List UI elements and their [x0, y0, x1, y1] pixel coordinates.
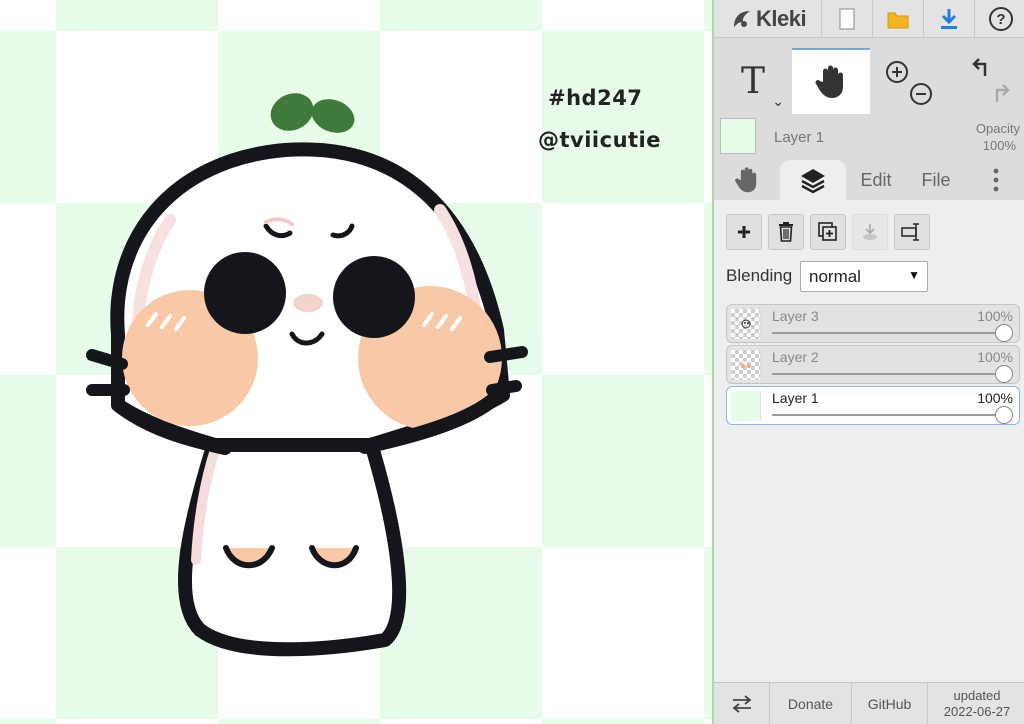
layer-thumbnail [731, 350, 761, 380]
merge-down-icon [863, 224, 877, 240]
hand-tool-button[interactable] [792, 48, 870, 114]
swap-side-button[interactable] [714, 683, 770, 724]
layer-opacity: 100% [977, 308, 1013, 324]
opacity-label: Opacity [975, 121, 1020, 136]
layers-icon [801, 169, 825, 194]
layer-name: Layer 2 [772, 349, 819, 365]
open-file-button[interactable] [873, 0, 924, 38]
hand-tool-icon [815, 65, 843, 98]
zoom-out-icon [910, 83, 932, 105]
layer-opacity: 100% [977, 349, 1013, 365]
left-eye [204, 252, 286, 334]
blending-value: normal [809, 267, 861, 286]
tab-edit[interactable]: Edit [846, 160, 906, 200]
donate-link[interactable]: Donate [770, 683, 852, 724]
download-icon [941, 9, 957, 29]
layer-opacity-slider[interactable] [772, 332, 1008, 334]
blending-label: Blending [726, 266, 793, 285]
help-button[interactable]: ? [975, 0, 1024, 38]
delete-layer-button[interactable] [768, 214, 804, 250]
layer-name: Layer 1 [772, 390, 819, 406]
duplicate-layer-icon [818, 222, 837, 241]
history-buttons [948, 48, 1024, 114]
hand-icon [735, 167, 757, 193]
merge-down-button[interactable] [852, 214, 888, 250]
top-bar: Kleki ? [714, 0, 1024, 38]
tool-row: T ⌄ [714, 48, 1024, 114]
new-document-button[interactable] [822, 0, 873, 38]
kleki-logo[interactable]: Kleki [714, 0, 822, 38]
download-button[interactable] [924, 0, 975, 38]
nose [293, 294, 323, 312]
layer-3-preview [741, 319, 751, 329]
opacity-value[interactable]: 100% [983, 138, 1016, 153]
drawing-canvas[interactable]: #hd247 @tviicutie [0, 0, 712, 724]
layer-row-2[interactable]: Layer 2 100% [726, 345, 1020, 384]
side-panel: Kleki ? T ⌄ Layer 1 Opacity 100% Edit Fi… [712, 0, 1024, 724]
right-eye [333, 256, 415, 338]
layer-opacity-slider[interactable] [772, 373, 1008, 375]
zoom-in-icon[interactable] [879, 56, 939, 106]
current-layer-name: Layer 1 [774, 129, 825, 146]
open-folder-icon [887, 12, 909, 29]
duplicate-layer-button[interactable] [810, 214, 846, 250]
layer-row-3[interactable]: Layer 3 100% [726, 304, 1020, 343]
layer-opacity: 100% [977, 390, 1013, 406]
update-info[interactable]: updated 2022-06-27 [928, 683, 1024, 724]
svg-text:?: ? [996, 11, 1005, 28]
app-window: #hd247 @tviicutie Kleki ? T ⌄ Layer 1 Op… [0, 0, 1024, 724]
updated-label: updated [953, 688, 1001, 703]
dropdown-arrow-icon: ▼ [908, 268, 920, 282]
layer-thumbnail [731, 391, 761, 421]
updated-date: 2022-06-27 [943, 704, 1011, 719]
tab-file[interactable]: File [906, 160, 966, 200]
layer-opacity-knob[interactable] [995, 324, 1013, 342]
layer-thumbnail [731, 309, 761, 339]
add-layer-button[interactable] [726, 214, 762, 250]
panel-tabs: Edit File [714, 160, 1024, 200]
layers-panel: Blending normal ▼ Layer 3 100% Layer 2 1… [714, 200, 1024, 682]
layer-name: Layer 3 [772, 308, 819, 324]
kleki-logo-icon [734, 11, 750, 27]
add-layer-icon [738, 226, 750, 238]
delete-layer-icon [779, 222, 793, 242]
chevron-down-icon[interactable]: ⌄ [772, 93, 784, 110]
zoom-buttons [870, 48, 948, 114]
layer-list: Layer 3 100% Layer 2 100% Layer 1 100% [726, 304, 1020, 427]
layer-row-1[interactable]: Layer 1 100% [726, 386, 1020, 425]
bottom-bar: Donate GitHub updated 2022-06-27 [714, 682, 1024, 724]
undo-icon[interactable] [957, 56, 1017, 106]
rename-layer-icon [901, 223, 919, 241]
blending-select[interactable]: normal ▼ [800, 261, 928, 292]
text-tool-button[interactable]: T ⌄ [714, 48, 792, 114]
redo-icon [995, 84, 1010, 102]
help-icon: ? [988, 7, 1013, 31]
watermark-hashtag: #hd247 [548, 86, 643, 110]
new-document-icon [839, 8, 855, 30]
swap-arrows-icon [732, 695, 751, 713]
current-layer-thumbnail [720, 118, 756, 154]
tab-hand[interactable] [714, 160, 780, 200]
rename-layer-button[interactable] [894, 214, 930, 250]
layer-opacity-slider[interactable] [772, 414, 1008, 416]
layer-actions [726, 214, 930, 250]
github-link[interactable]: GitHub [852, 683, 928, 724]
more-vertical-icon [993, 168, 999, 192]
app-name: Kleki [756, 6, 807, 31]
layer-opacity-knob[interactable] [995, 365, 1013, 383]
leaf-sprout [270, 93, 355, 133]
layer-opacity-knob[interactable] [995, 406, 1013, 424]
more-menu-button[interactable] [966, 160, 1024, 200]
tab-layers[interactable] [780, 160, 846, 200]
layer-2-preview [741, 364, 751, 368]
character-body [178, 433, 407, 657]
text-tool-icon: T [740, 60, 765, 102]
current-layer-info: Layer 1 Opacity 100% [714, 114, 1024, 160]
watermark-handle: @tviicutie [538, 128, 662, 152]
